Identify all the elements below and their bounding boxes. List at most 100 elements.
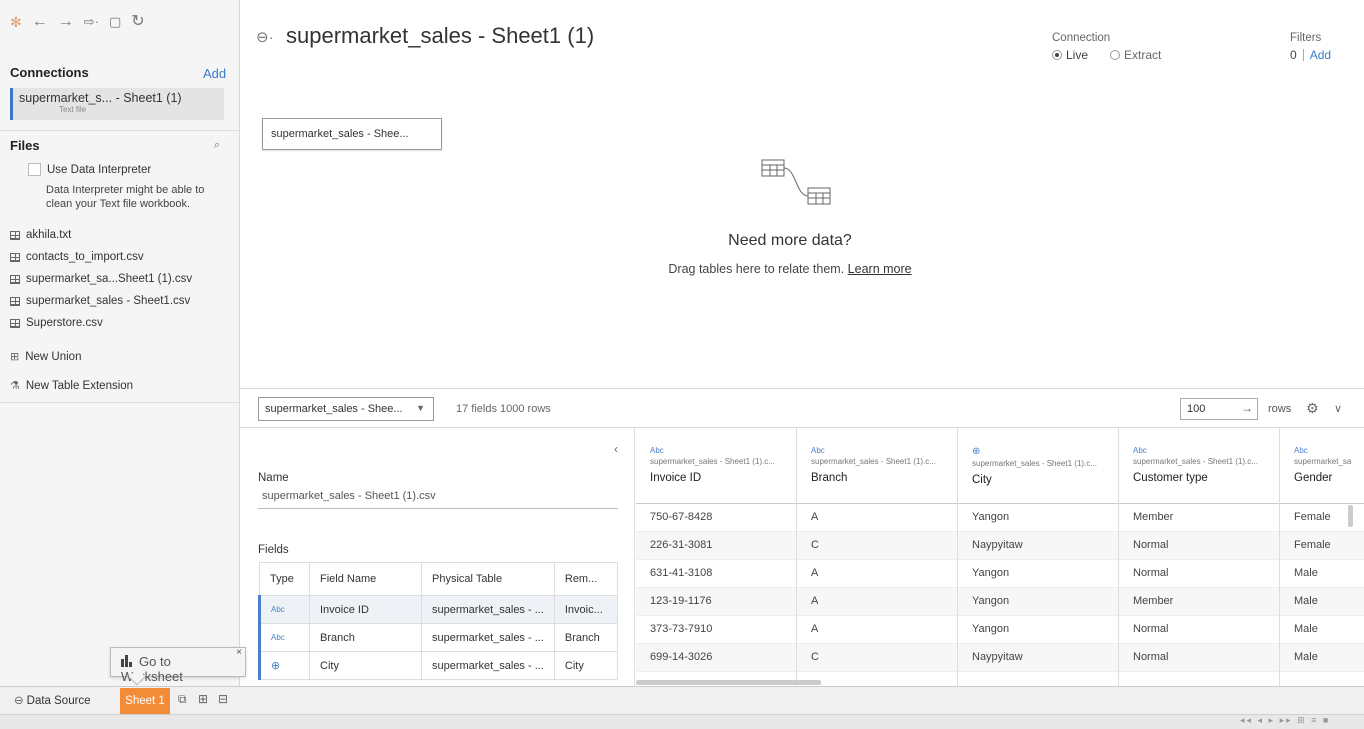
table-select-value: supermarket_sales - Shee... (265, 403, 403, 415)
table-row[interactable]: Abc Branch supermarket_sales - ... Branc… (258, 623, 619, 652)
interpreter-checkbox[interactable] (28, 163, 41, 176)
column-header[interactable]: Rem... (553, 562, 619, 596)
extract-radio[interactable]: Extract (1110, 48, 1161, 62)
field-name[interactable]: Invoice ID (309, 595, 422, 624)
physical-table: supermarket_sales - ... (421, 623, 555, 652)
vertical-scrollbar[interactable] (1348, 505, 1353, 527)
file-label: akhila.txt (26, 229, 72, 241)
extension-icon: ⚗ (10, 380, 20, 392)
connection-item[interactable]: supermarket_s... - Sheet1 (1) Text file (10, 88, 224, 120)
gear-icon[interactable]: ⚙ (1306, 400, 1319, 417)
use-data-interpreter[interactable]: Use Data Interpreter (28, 163, 151, 176)
name-field[interactable]: supermarket_sales - Sheet1 (1).csv (262, 490, 436, 502)
field-type[interactable]: Abc (258, 623, 310, 652)
grid-cell: Male (1280, 588, 1364, 616)
search-icon[interactable]: ⌕ (214, 139, 220, 152)
field-name[interactable]: Branch (309, 623, 422, 652)
logo-icon[interactable]: ✻ (10, 12, 22, 32)
grid-column-header[interactable]: Abc supermarket_sa Gender (1280, 428, 1364, 504)
file-item[interactable]: supermarket_sales - Sheet1.csv (10, 295, 190, 307)
grid-column-header[interactable]: Abc supermarket_sales - Sheet1 (1).c... … (797, 428, 957, 504)
back-icon[interactable]: ← (32, 12, 48, 32)
need-more-data-title: Need more data? (728, 232, 852, 249)
grid-cell: Yangon (958, 504, 1118, 532)
grid-cell: 631-41-3108 (636, 560, 796, 588)
file-item[interactable]: akhila.txt (10, 229, 71, 241)
bar-chart-icon (121, 655, 133, 667)
table-icon (10, 296, 20, 306)
live-radio[interactable]: Live (1052, 48, 1088, 62)
save-icon[interactable]: ▢ (109, 12, 121, 32)
table-row[interactable]: Abc Invoice ID supermarket_sales - ... I… (258, 595, 619, 624)
page-title[interactable]: supermarket_sales - Sheet1 (1) (286, 23, 594, 49)
learn-more-link[interactable]: Learn more (848, 262, 912, 276)
radio-selected-icon (1052, 50, 1062, 60)
table-icon (10, 318, 20, 328)
grid-cell: Member (1119, 588, 1279, 616)
grid-cell: 699-14-3026 (636, 644, 796, 672)
file-label: supermarket_sa...Sheet1 (1).csv (26, 273, 193, 285)
forward-icon[interactable]: → (58, 12, 74, 32)
rows-input[interactable]: 100 → (1180, 398, 1258, 420)
refresh-icon[interactable]: ↻ (131, 12, 144, 32)
go-to-worksheet-tooltip[interactable]: Go to Worksheet × (110, 647, 246, 686)
grid-cell: Yangon (958, 616, 1118, 644)
string-type-icon[interactable]: Abc (1133, 446, 1265, 455)
dropdown-arrow-icon: ▼ (416, 403, 425, 413)
redo-icon[interactable]: ⇨· (84, 12, 99, 32)
grid-cell: Male (1280, 644, 1364, 672)
new-story-icon[interactable]: ⊟ (218, 692, 228, 706)
string-type-icon[interactable]: Abc (1294, 446, 1364, 455)
horizontal-scrollbar[interactable] (636, 680, 821, 685)
fields-rows-count: 17 fields 1000 rows (456, 403, 551, 415)
column-header[interactable]: Type (259, 562, 310, 596)
add-filter-link[interactable]: Add (1310, 48, 1331, 62)
grid-cell: 226-31-3081 (636, 532, 796, 560)
field-type[interactable]: ⊕ (258, 651, 310, 680)
grid-column: Abc supermarket_sa Gender Female Female … (1280, 428, 1364, 686)
new-table-extension-item[interactable]: ⚗ New Table Extension (10, 379, 133, 393)
divider (0, 402, 240, 403)
column-header[interactable]: Physical Table (421, 562, 555, 596)
sheet-nav-icons[interactable]: ◂◂ ◂ ▸ ▸▸ ⊞ ≡ ■ (1240, 715, 1330, 726)
field-name[interactable]: City (309, 651, 422, 680)
union-icon: ⊞ (10, 351, 20, 363)
arrow-right-icon[interactable]: → (1241, 401, 1253, 415)
interpreter-label: Use Data Interpreter (47, 163, 152, 176)
table-row[interactable]: ⊕ City supermarket_sales - ... City (258, 651, 619, 680)
tab-sheet-1[interactable]: Sheet 1 (120, 688, 170, 714)
rows-input-value: 100 (1187, 403, 1206, 415)
collapse-panel-icon[interactable]: ‹ (614, 442, 618, 456)
tab-data-source[interactable]: ⊖ Data Source (14, 693, 91, 707)
table-select[interactable]: supermarket_sales - Shee... ▼ (258, 397, 434, 421)
new-dashboard-icon[interactable]: ⊞ (198, 692, 208, 706)
file-item[interactable]: supermarket_sa...Sheet1 (1).csv (10, 273, 192, 285)
table-icon (10, 252, 20, 262)
chevron-down-icon[interactable]: ∨ (1334, 402, 1342, 415)
grid-cell: Female (1280, 532, 1364, 560)
column-source: supermarket_sales - Sheet1 (1).c... (1133, 457, 1258, 466)
string-type-icon[interactable]: Abc (650, 446, 782, 455)
column-header[interactable]: Field Name (309, 562, 422, 596)
globe-icon[interactable]: ⊕ (972, 446, 1104, 457)
interpreter-note-line: clean your Text file workbook. (46, 198, 191, 210)
string-type-icon[interactable]: Abc (811, 446, 943, 455)
file-item[interactable]: contacts_to_import.csv (10, 251, 144, 263)
field-type[interactable]: Abc (258, 595, 310, 624)
need-more-data-sub: Drag tables here to relate them. Learn m… (620, 262, 960, 276)
grid-cell: Normal (1119, 616, 1279, 644)
grid-column-header[interactable]: ⊕ supermarket_sales - Sheet1 (1).c... Ci… (958, 428, 1118, 504)
add-connection-link[interactable]: Add (203, 66, 226, 81)
new-worksheet-icon[interactable]: ⧉ (178, 692, 187, 707)
name-label: Name (258, 472, 289, 484)
grid-cell: 373-73-7910 (636, 616, 796, 644)
grid-cell: Normal (1119, 532, 1279, 560)
grid-column: Abc supermarket_sales - Sheet1 (1).c... … (1119, 428, 1280, 686)
connections-heading: Connections (10, 65, 89, 80)
grid-column-header[interactable]: Abc supermarket_sales - Sheet1 (1).c... … (1119, 428, 1279, 504)
canvas-table-chip[interactable]: supermarket_sales - Shee... (262, 118, 442, 150)
new-union-item[interactable]: ⊞ New Union (10, 350, 81, 364)
grid-column-header[interactable]: Abc supermarket_sales - Sheet1 (1).c... … (636, 428, 796, 504)
file-item[interactable]: Superstore.csv (10, 317, 103, 329)
close-icon[interactable]: × (236, 647, 242, 658)
